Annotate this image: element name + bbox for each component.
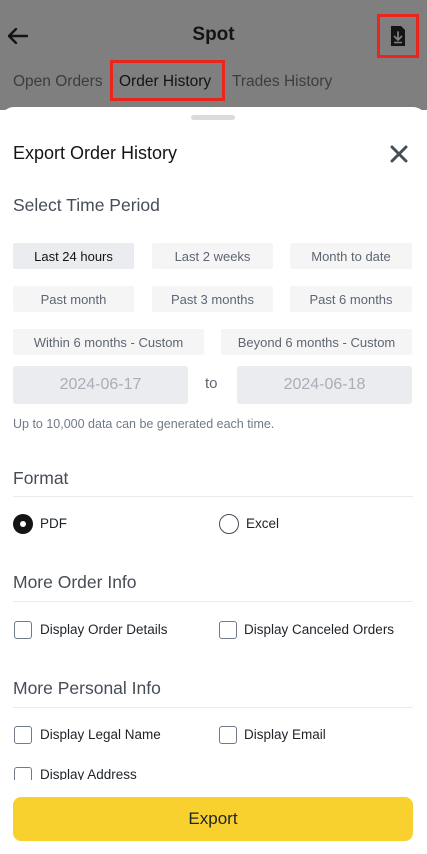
top-bar: Spot Open Orders Order History Trades Hi… — [0, 0, 427, 110]
label-display-email[interactable]: Display Email — [244, 727, 326, 742]
period-chip-past-3-months[interactable]: Past 3 months — [152, 286, 273, 312]
section-title-personal-info: More Personal Info — [13, 678, 161, 698]
section-divider — [13, 707, 413, 708]
period-chip-month-to-date[interactable]: Month to date — [290, 243, 412, 269]
period-chip-last-2-weeks[interactable]: Last 2 weeks — [152, 243, 273, 269]
data-limit-hint: Up to 10,000 data can be generated each … — [13, 417, 275, 431]
tab-highlight-box — [110, 60, 225, 101]
checkbox-display-legal-name[interactable] — [14, 726, 32, 744]
end-date-field[interactable]: 2024-06-18 — [237, 366, 412, 404]
date-range-separator: to — [205, 375, 218, 392]
label-display-order-details[interactable]: Display Order Details — [40, 622, 168, 637]
section-title-time-period: Select Time Period — [13, 195, 160, 215]
checkbox-display-email[interactable] — [219, 726, 237, 744]
export-button[interactable]: Export — [13, 797, 413, 841]
checkbox-display-order-details[interactable] — [14, 621, 32, 639]
sheet-title: Export Order History — [13, 143, 178, 163]
section-divider — [13, 601, 413, 602]
format-label-excel[interactable]: Excel — [246, 516, 279, 531]
tab-trades-history[interactable]: Trades History — [232, 73, 332, 91]
label-display-legal-name[interactable]: Display Legal Name — [40, 727, 161, 742]
export-download-button[interactable] — [377, 14, 419, 58]
period-chip-past-month[interactable]: Past month — [13, 286, 134, 312]
section-divider — [13, 496, 413, 497]
format-label-pdf[interactable]: PDF — [40, 516, 67, 531]
checkbox-display-canceled-orders[interactable] — [219, 621, 237, 639]
page-title: Spot — [192, 24, 235, 45]
checkbox-display-address[interactable] — [14, 767, 32, 780]
section-title-format: Format — [13, 468, 69, 488]
download-file-icon — [391, 26, 405, 46]
period-chip-past-6-months[interactable]: Past 6 months — [290, 286, 412, 312]
period-chip-within-6-months-custom[interactable]: Within 6 months - Custom — [13, 329, 204, 355]
close-icon[interactable] — [386, 141, 412, 167]
label-display-canceled-orders[interactable]: Display Canceled Orders — [244, 622, 394, 637]
period-chip-beyond-6-months-custom[interactable]: Beyond 6 months - Custom — [221, 329, 412, 355]
section-title-order-info: More Order Info — [13, 572, 137, 592]
period-chip-last-24-hours[interactable]: Last 24 hours — [13, 243, 134, 269]
list-item-partial: Display Address — [0, 764, 427, 780]
export-sheet: Export Order History Select Time Period … — [0, 107, 427, 854]
tab-open-orders[interactable]: Open Orders — [13, 73, 103, 91]
sheet-drag-handle[interactable] — [191, 115, 235, 120]
format-radio-excel[interactable] — [219, 514, 239, 534]
format-radio-pdf[interactable] — [13, 514, 33, 534]
start-date-field[interactable]: 2024-06-17 — [13, 366, 188, 404]
label-display-address[interactable]: Display Address — [40, 767, 137, 780]
